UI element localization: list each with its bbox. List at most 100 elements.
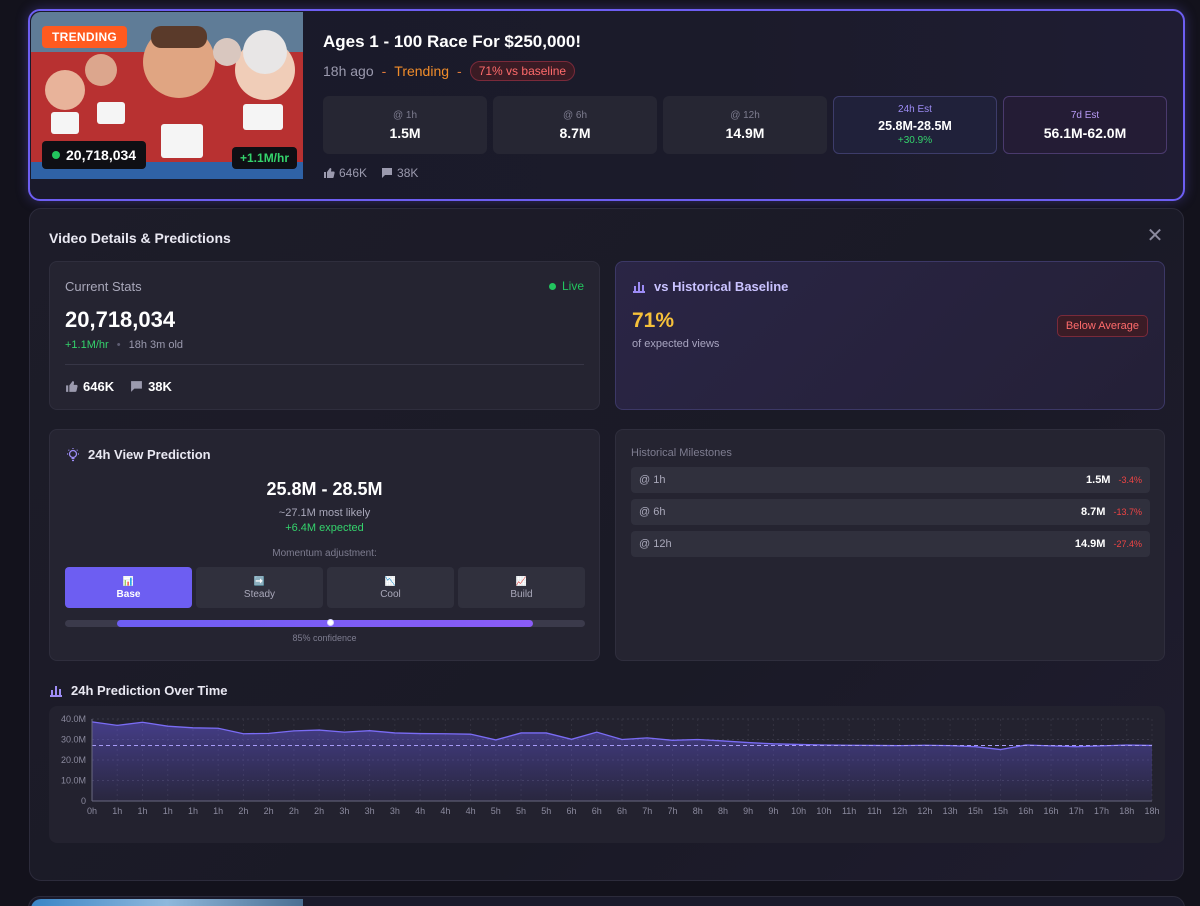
- stat-box-1h: @ 1h 1.5M: [323, 96, 487, 154]
- likes-stat: 646K: [65, 379, 114, 394]
- views-rate: +1.1M/hr: [65, 339, 109, 351]
- stat-box-7d-estimate: 7d Est 56.1M-62.0M: [1003, 96, 1167, 154]
- prediction-chart[interactable]: 0 10.0M 20.0M 30.0M 40.0M 0h 1h 1h 1h 1h 1h 2h 2h 2h 2…: [49, 706, 1165, 843]
- baseline-pill: 71% vs baseline: [469, 61, 576, 81]
- x-tick-label: 8h: [718, 806, 728, 816]
- x-tick-label: 2h: [264, 806, 274, 816]
- x-tick-label: 6h: [592, 806, 602, 816]
- stat-box-label: @ 12h: [730, 109, 760, 121]
- x-tick-label: 1h: [188, 806, 198, 816]
- prediction-most-likely: ~27.1M most likely: [278, 507, 371, 519]
- trending-badge: TRENDING: [42, 26, 128, 48]
- x-tick-label: 1h: [163, 806, 173, 816]
- momentum-tab-cool[interactable]: 📉 Cool: [327, 567, 454, 608]
- stat-box-label: @ 1h: [392, 109, 418, 121]
- milestone-label: @ 1h: [639, 474, 666, 486]
- engagement-row: 646K 38K: [323, 166, 418, 180]
- divider: [65, 364, 584, 365]
- below-average-badge: Below Average: [1056, 315, 1148, 337]
- bar-chart-icon: [633, 282, 645, 293]
- live-label: Live: [561, 279, 584, 293]
- momentum-label: Momentum adjustment:: [272, 548, 377, 559]
- comment-icon: [131, 381, 142, 392]
- x-tick-label: 3h: [339, 806, 349, 816]
- momentum-tab-build[interactable]: 📈 Build: [458, 567, 585, 608]
- milestone-row: @ 12h 14.9M -27.4%: [631, 531, 1150, 557]
- y-tick-label: 40.0M: [61, 714, 86, 724]
- prediction-header-label: 24h View Prediction: [88, 447, 211, 462]
- momentum-tab-label: Cool: [380, 588, 401, 600]
- bar-chart-icon: 📊: [122, 575, 135, 586]
- milestone-delta: -13.7%: [1113, 507, 1142, 517]
- x-tick-label: 16h: [1044, 806, 1059, 816]
- milestone-value: 8.7M: [1081, 506, 1106, 518]
- milestone-label: @ 6h: [639, 506, 666, 518]
- milestone-label: @ 12h: [639, 538, 672, 550]
- meta-separator: -: [457, 63, 462, 79]
- x-tick-label: 7h: [667, 806, 677, 816]
- milestone-row: @ 6h 8.7M -13.7%: [631, 499, 1150, 525]
- x-tick-label: 4h: [415, 806, 425, 816]
- bullet-separator: •: [116, 339, 121, 351]
- video-details-panel: Video Details & Predictions ✕ Current St…: [29, 208, 1184, 881]
- x-tick-label: 1h: [213, 806, 223, 816]
- milestone-value: 1.5M: [1086, 474, 1111, 486]
- current-stats-sub: +1.1M/hr • 18h 3m old: [65, 339, 183, 351]
- x-tick-label: 8h: [693, 806, 703, 816]
- stat-box-24h-estimate: 24h Est 25.8M-28.5M +30.9%: [833, 96, 997, 154]
- milestone-delta: -27.4%: [1113, 539, 1142, 549]
- comments-value: 38K: [148, 379, 172, 394]
- current-views: 20,718,034: [65, 307, 176, 332]
- y-tick-label: 20.0M: [61, 755, 86, 765]
- trend-down-icon: 📉: [384, 575, 397, 586]
- x-tick-label: 6h: [567, 806, 577, 816]
- stat-box-value: 14.9M: [725, 124, 765, 141]
- baseline-description: of expected views: [632, 338, 720, 350]
- stat-box-12h: @ 12h 14.9M: [663, 96, 827, 154]
- comment-icon: [382, 168, 393, 178]
- stat-box-value: 1.5M: [389, 124, 421, 141]
- current-stats-card: Current Stats Live 20,718,034 +1.1M/hr •…: [49, 261, 600, 410]
- prediction-expected-gain: +6.4M expected: [285, 522, 364, 534]
- next-video-card[interactable]: [28, 896, 1185, 906]
- milestone-row: @ 1h 1.5M -3.4%: [631, 467, 1150, 493]
- likes-stat: 646K: [323, 166, 367, 180]
- stat-box-6h: @ 6h 8.7M: [493, 96, 657, 154]
- thumbs-up-icon: [66, 381, 78, 392]
- confidence-range-fill: [117, 620, 533, 627]
- x-tick-label: 5h: [541, 806, 551, 816]
- x-tick-label: 17h: [1094, 806, 1109, 816]
- x-tick-label: 10h: [791, 806, 806, 816]
- video-card[interactable]: TRENDING 20,718,034 +1.1M/hr Ages 1 - 10…: [28, 9, 1185, 201]
- stat-box-label: 7d Est: [1070, 109, 1100, 121]
- trend-up-icon: 📈: [515, 575, 528, 586]
- video-age: 18h ago: [323, 63, 374, 79]
- live-dot-icon: [548, 282, 556, 290]
- video-title[interactable]: Ages 1 - 100 Race For $250,000!: [323, 32, 581, 52]
- y-tick-label: 0: [81, 796, 86, 806]
- next-video-thumbnail[interactable]: [31, 899, 303, 906]
- current-stats-header: Current Stats: [65, 279, 142, 294]
- prediction-range: 25.8M - 28.5M: [266, 479, 383, 499]
- x-tick-label: 1h: [112, 806, 122, 816]
- likes-value: 646K: [339, 166, 368, 180]
- video-thumbnail[interactable]: TRENDING 20,718,034 +1.1M/hr: [31, 12, 303, 179]
- stat-box-label: @ 6h: [562, 109, 588, 121]
- rate-pill: +1.1M/hr: [232, 147, 298, 169]
- x-tick-label: 5h: [491, 806, 501, 816]
- stat-box-value: 56.1M-62.0M: [1043, 124, 1127, 141]
- comments-value: 38K: [397, 166, 419, 180]
- x-tick-label: 12h: [892, 806, 907, 816]
- comments-stat: 38K: [381, 166, 418, 180]
- confidence-track: [65, 619, 585, 627]
- close-icon[interactable]: ✕: [1146, 226, 1164, 246]
- momentum-tab-steady[interactable]: ➡️ Steady: [196, 567, 323, 608]
- x-tick-label: 9h: [768, 806, 778, 816]
- video-meta-row: 18h ago - Trending - 71% vs baseline: [323, 61, 576, 81]
- confidence-label: 85% confidence: [292, 633, 357, 643]
- chart-title-label: 24h Prediction Over Time: [71, 683, 228, 698]
- x-tick-label: 1h: [137, 806, 147, 816]
- milestones-card: Historical Milestones @ 1h 1.5M -3.4% @ …: [615, 429, 1165, 661]
- momentum-tab-base[interactable]: 📊 Base: [65, 567, 192, 608]
- x-tick-label: 11h: [842, 806, 856, 816]
